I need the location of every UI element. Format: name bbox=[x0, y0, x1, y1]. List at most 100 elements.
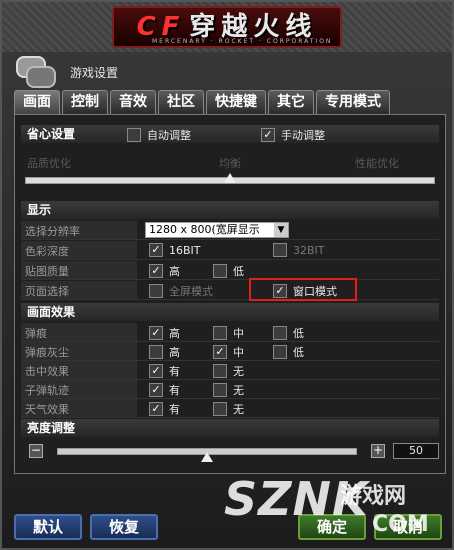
effect-checkbox[interactable]: ✓ bbox=[149, 402, 163, 416]
color-depth-32bit-checkbox[interactable] bbox=[273, 243, 287, 257]
tab-5[interactable]: 其它 bbox=[268, 90, 314, 114]
auto-adjust-option[interactable]: 自动调整 bbox=[127, 127, 191, 143]
window-title: 游戏设置 bbox=[70, 66, 119, 80]
auto-adjust-label: 自动调整 bbox=[147, 129, 191, 142]
color-depth-32bit-option[interactable]: 32BIT bbox=[273, 243, 325, 257]
page-mode-label: 页面选择 bbox=[25, 285, 69, 298]
effect-option-label: 低 bbox=[293, 327, 304, 340]
effect-label: 天气效果 bbox=[25, 403, 69, 416]
tab-6[interactable]: 专用模式 bbox=[316, 90, 390, 114]
texture-low-label: 低 bbox=[233, 265, 244, 278]
effect-checkbox[interactable]: ✓ bbox=[213, 345, 227, 359]
effect-option-label: 有 bbox=[169, 403, 180, 416]
brightness-increase-button[interactable]: + bbox=[371, 444, 385, 458]
effect-label: 弹痕 bbox=[25, 327, 47, 340]
color-depth-16bit-label: 16BIT bbox=[169, 243, 201, 257]
logo-subtext: MERCENARY · ROCKET · CORPORATION bbox=[152, 38, 333, 45]
effect-checkbox[interactable]: ✓ bbox=[149, 326, 163, 340]
texture-row: 贴图质量 ✓ 高 低 bbox=[21, 261, 439, 280]
effect-row: 子弹轨迹 ✓ 有无 bbox=[21, 380, 439, 399]
effect-option[interactable]: ✓ 有 bbox=[149, 401, 180, 417]
effect-checkbox[interactable] bbox=[149, 345, 163, 359]
effect-option[interactable]: ✓ 高 bbox=[149, 325, 180, 341]
tab-4[interactable]: 快捷键 bbox=[206, 90, 266, 114]
effect-option[interactable]: ✓ 有 bbox=[149, 363, 180, 379]
effect-checkbox[interactable] bbox=[273, 345, 287, 359]
chevron-down-icon[interactable]: ▼ bbox=[274, 223, 288, 237]
effect-option[interactable]: 无 bbox=[213, 363, 244, 379]
brightness-decrease-button[interactable]: − bbox=[29, 444, 43, 458]
page-mode-row: 页面选择 全屏模式 ✓ 窗口模式 bbox=[21, 281, 439, 300]
effect-checkbox[interactable] bbox=[213, 326, 227, 340]
texture-low-option[interactable]: 低 bbox=[213, 263, 244, 279]
windowed-highlight-box bbox=[249, 278, 357, 301]
manual-adjust-label: 手动调整 bbox=[281, 129, 325, 142]
manual-adjust-option[interactable]: ✓ 手动调整 bbox=[261, 127, 325, 143]
tab-bar: 画面 控制 音效 社区 快捷键 其它 专用模式 bbox=[14, 90, 442, 114]
effect-option-label: 无 bbox=[233, 365, 244, 378]
effect-option-label: 有 bbox=[169, 384, 180, 397]
settings-panel: 省心设置 自动调整 ✓ 手动调整 品质优化 均衡 性能优化 显示 选择分辨率 1… bbox=[14, 114, 446, 474]
effect-option[interactable]: 中 bbox=[213, 325, 244, 341]
effect-option[interactable]: 低 bbox=[273, 344, 304, 360]
restore-button[interactable]: 恢复 bbox=[90, 514, 158, 540]
texture-high-checkbox[interactable]: ✓ bbox=[149, 264, 163, 278]
texture-high-label: 高 bbox=[169, 265, 180, 278]
tab-1[interactable]: 控制 bbox=[62, 90, 108, 114]
color-depth-16bit-checkbox[interactable]: ✓ bbox=[149, 243, 163, 257]
texture-high-option[interactable]: ✓ 高 bbox=[149, 263, 180, 279]
brightness-value[interactable]: 50 bbox=[393, 443, 439, 459]
effect-option[interactable]: 无 bbox=[213, 401, 244, 417]
tab-0[interactable]: 画面 bbox=[14, 90, 60, 114]
color-depth-16bit-option[interactable]: ✓ 16BIT bbox=[149, 243, 201, 257]
effect-option-label: 高 bbox=[169, 346, 180, 359]
resolution-label: 选择分辨率 bbox=[25, 225, 80, 238]
auto-adjust-checkbox[interactable] bbox=[127, 128, 141, 142]
texture-label: 贴图质量 bbox=[25, 265, 69, 278]
effect-row: 弹痕 ✓ 高中低 bbox=[21, 323, 439, 342]
effect-option-label: 中 bbox=[233, 327, 244, 340]
tab-3[interactable]: 社区 bbox=[158, 90, 204, 114]
effect-row: 击中效果 ✓ 有无 bbox=[21, 361, 439, 380]
effect-label: 子弹轨迹 bbox=[25, 384, 69, 397]
brightness-slider-thumb[interactable] bbox=[201, 452, 213, 462]
resolution-select[interactable]: 1280 x 800(宽屏显示 ▼ bbox=[145, 222, 289, 238]
default-button[interactable]: 默认 bbox=[14, 514, 82, 540]
effect-option[interactable]: 低 bbox=[273, 325, 304, 341]
effect-checkbox[interactable] bbox=[273, 326, 287, 340]
fullscreen-checkbox[interactable] bbox=[149, 284, 163, 298]
watermark-com: COM bbox=[372, 512, 429, 537]
preset-slider-thumb[interactable] bbox=[224, 173, 236, 183]
effect-option[interactable]: 高 bbox=[149, 344, 180, 360]
effect-checkbox[interactable] bbox=[213, 383, 227, 397]
texture-low-checkbox[interactable] bbox=[213, 264, 227, 278]
effect-option[interactable]: ✓ 有 bbox=[149, 382, 180, 398]
dogtag-icon bbox=[12, 54, 58, 90]
effect-row: 弹痕灰尘 高 ✓ 中 低 bbox=[21, 342, 439, 361]
watermark-site: 游戏网 bbox=[340, 484, 407, 509]
effect-option-label: 低 bbox=[293, 346, 304, 359]
effect-option-label: 高 bbox=[169, 327, 180, 340]
effect-option[interactable]: 无 bbox=[213, 382, 244, 398]
effect-row: 天气效果 ✓ 有无 bbox=[21, 399, 439, 418]
color-depth-row: 色彩深度 ✓ 16BIT 32BIT bbox=[21, 241, 439, 260]
effect-checkbox[interactable]: ✓ bbox=[149, 383, 163, 397]
color-depth-32bit-label: 32BIT bbox=[293, 243, 325, 257]
color-depth-label: 色彩深度 bbox=[25, 245, 69, 258]
effect-label: 弹痕灰尘 bbox=[25, 346, 69, 359]
window-header: 游戏设置 bbox=[10, 54, 450, 88]
tab-2[interactable]: 音效 bbox=[110, 90, 156, 114]
brightness-heading-label: 亮度调整 bbox=[27, 421, 76, 435]
manual-adjust-checkbox[interactable]: ✓ bbox=[261, 128, 275, 142]
fullscreen-option[interactable]: 全屏模式 bbox=[149, 283, 213, 299]
resolution-row: 选择分辨率 1280 x 800(宽屏显示 ▼ bbox=[21, 221, 439, 240]
effect-checkbox[interactable] bbox=[213, 364, 227, 378]
fullscreen-label: 全屏模式 bbox=[169, 285, 213, 298]
ease-heading: 省心设置 bbox=[21, 125, 439, 143]
effect-checkbox[interactable] bbox=[213, 402, 227, 416]
effects-heading-label: 画面效果 bbox=[27, 305, 76, 319]
effect-checkbox[interactable]: ✓ bbox=[149, 364, 163, 378]
effect-option-label: 有 bbox=[169, 365, 180, 378]
brightness-heading: 亮度调整 bbox=[21, 419, 439, 437]
effect-option[interactable]: ✓ 中 bbox=[213, 344, 244, 360]
